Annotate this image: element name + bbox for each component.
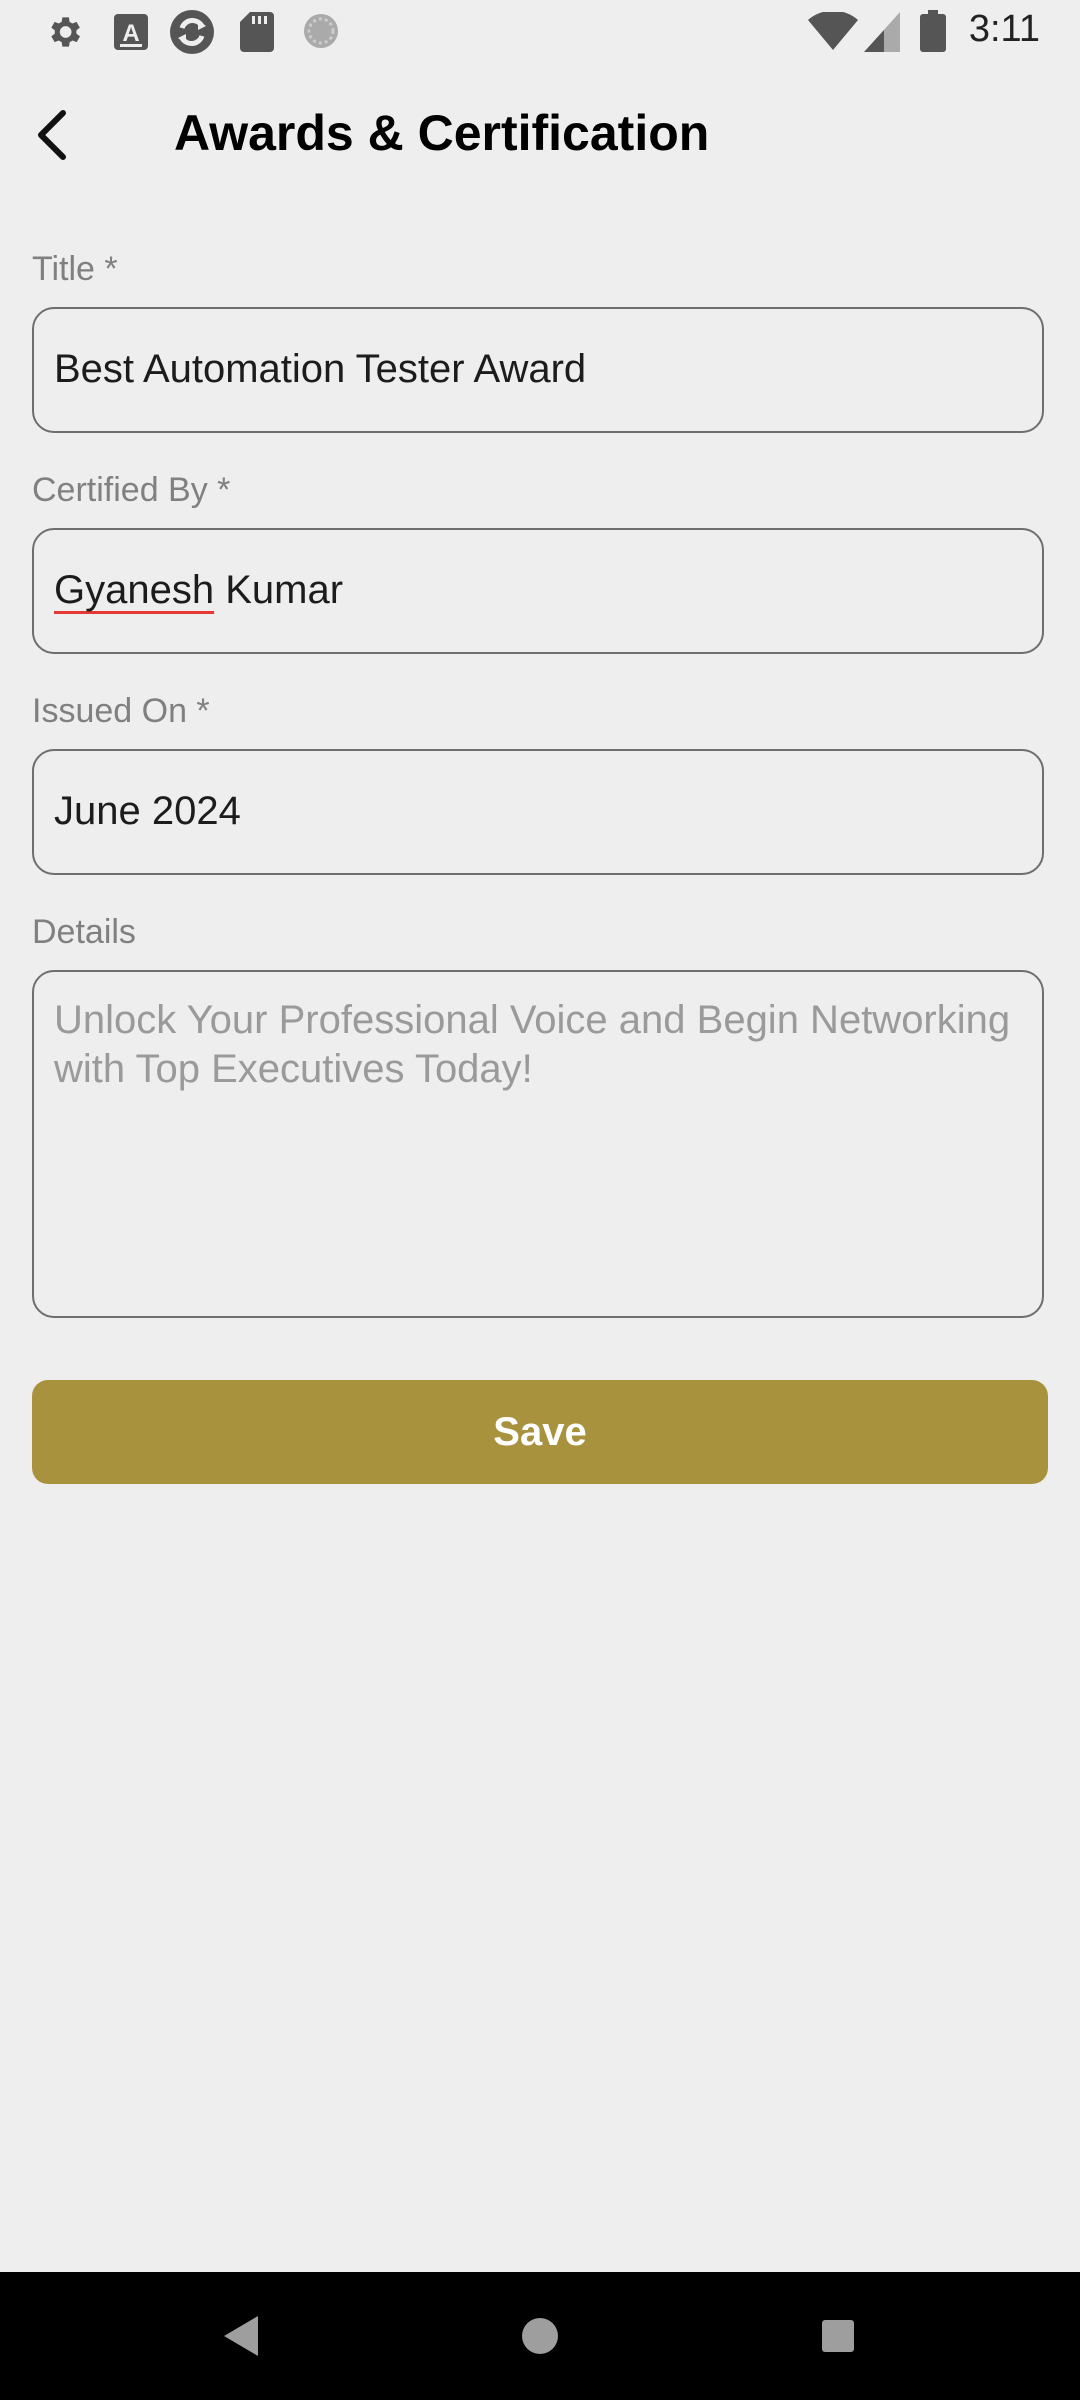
nav-home-icon <box>522 2318 558 2354</box>
sd-card-icon <box>240 12 274 57</box>
save-button[interactable]: Save <box>32 1380 1048 1484</box>
a-app-icon: A <box>114 14 148 55</box>
certified-by-field[interactable]: Gyanesh Kumar <box>32 528 1044 654</box>
app-bar: Awards & Certification <box>0 90 1080 180</box>
issued-on-value: June 2024 <box>54 789 241 833</box>
arrow-back-icon <box>38 110 66 160</box>
settings-icon <box>44 12 84 57</box>
battery-icon <box>920 10 946 57</box>
issued-on-label: Issued On * <box>32 692 210 730</box>
nav-bar <box>0 2272 1080 2400</box>
loading-icon <box>302 12 340 55</box>
certified-by-value-rest: Kumar <box>214 568 344 612</box>
issued-on-field[interactable]: June 2024 <box>32 749 1044 875</box>
svg-text:A: A <box>122 20 139 47</box>
signal-icon <box>864 12 900 57</box>
nav-recents-button[interactable] <box>808 2306 868 2366</box>
certified-by-label: Certified By * <box>32 471 231 509</box>
certified-by-value: Gyanesh Kumar <box>54 568 343 613</box>
title-label: Title * <box>32 250 118 288</box>
title-value: Best Automation Tester Award <box>54 347 587 391</box>
status-bar: A 3:11 <box>0 0 1080 62</box>
details-label: Details <box>32 913 136 951</box>
wifi-icon <box>808 10 858 57</box>
details-placeholder: Unlock Your Professional Voice and Begin… <box>54 998 1011 1091</box>
nav-home-button[interactable] <box>510 2306 570 2366</box>
nav-back-button[interactable] <box>212 2306 272 2366</box>
back-button[interactable] <box>18 100 88 170</box>
nav-recents-icon <box>822 2320 854 2352</box>
page-title: Awards & Certification <box>174 105 710 161</box>
screen: A 3:11 Awards & Certification Title * Be… <box>0 0 1080 2400</box>
sync-icon <box>168 8 216 61</box>
title-field[interactable]: Best Automation Tester Award <box>32 307 1044 433</box>
nav-back-icon <box>224 2316 258 2356</box>
details-field[interactable]: Unlock Your Professional Voice and Begin… <box>32 970 1044 1318</box>
status-time: 3:11 <box>968 8 1040 50</box>
certified-by-value-first: Gyanesh <box>54 568 215 612</box>
